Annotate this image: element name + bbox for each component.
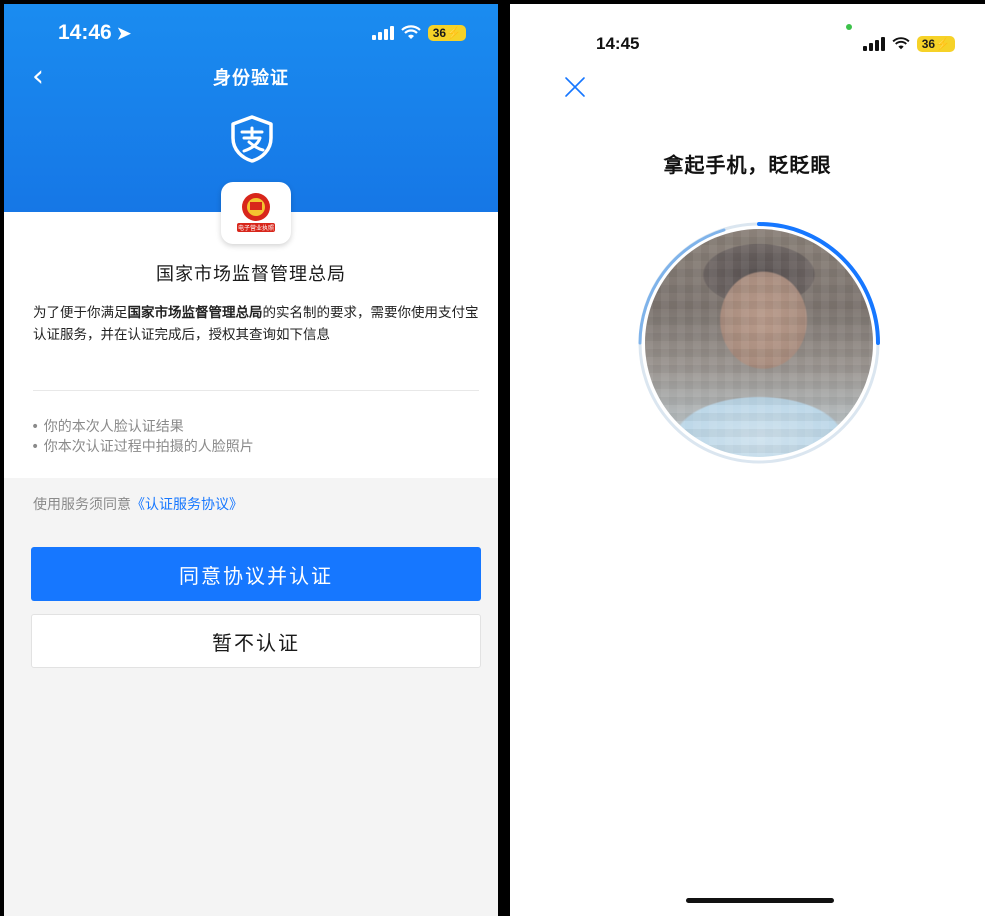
authorized-info-list: 你的本次人脸认证结果 你本次认证过程中拍摄的人脸照片 [31, 417, 471, 457]
agree-and-verify-button[interactable]: 同意协议并认证 [31, 547, 481, 601]
charging-icon: ⚡ [446, 26, 461, 40]
signal-icon [371, 26, 394, 40]
battery-indicator: 36⚡ [427, 25, 466, 41]
list-item: 你本次认证过程中拍摄的人脸照片 [31, 437, 471, 457]
national-emblem-icon: 电子营业执照 [237, 193, 275, 232]
right-phone-screen: 14:45 36⚡ 拿起手机，眨眨眼 [510, 4, 985, 916]
alipay-shield-icon [231, 115, 273, 163]
divider [33, 390, 479, 391]
status-bar: 14:45 36⚡ [510, 26, 985, 62]
screenshot-divider [498, 0, 510, 916]
battery-indicator: 36⚡ [916, 36, 955, 52]
list-item: 你的本次人脸认证结果 [31, 417, 471, 437]
skip-verification-button[interactable]: 暂不认证 [31, 614, 481, 668]
page-title: 身份验证 [213, 68, 289, 89]
home-indicator [686, 898, 834, 903]
signal-icon [862, 37, 885, 51]
face-instruction-title: 拿起手机，眨眨眼 [663, 153, 832, 177]
app-icon-label: 电子营业执照 [238, 224, 274, 232]
charging-icon: ⚡ [935, 37, 950, 51]
scan-progress-ring [638, 222, 880, 464]
business-license-app-icon: 电子营业执照 [221, 182, 291, 244]
status-time: 14:45 [596, 34, 640, 53]
close-icon[interactable] [564, 76, 586, 98]
status-bar: 14:46 ➤ 36⚡ [4, 4, 498, 62]
left-phone-screen: 14:46 ➤ 36⚡ ‹ 身份验证 电子营业执照 国家市场监督管理总局 为了便于… [4, 4, 498, 916]
wifi-icon [892, 37, 910, 50]
authorization-description: 为了便于你满足国家市场监督管理总局的实名制的要求，需要你使用支付宝认证服务，并在… [33, 305, 479, 343]
agreement-notice: 使用服务须同意《认证服务协议》 [33, 497, 243, 513]
status-time: 14:46 ➤ [58, 21, 131, 44]
wifi-icon [400, 25, 421, 39]
service-agreement-link[interactable]: 《认证服务协议》 [131, 497, 243, 513]
organization-name: 国家市场监督管理总局 [156, 264, 346, 285]
face-capture-area [634, 218, 884, 468]
location-arrow-icon: ➤ [116, 24, 131, 43]
